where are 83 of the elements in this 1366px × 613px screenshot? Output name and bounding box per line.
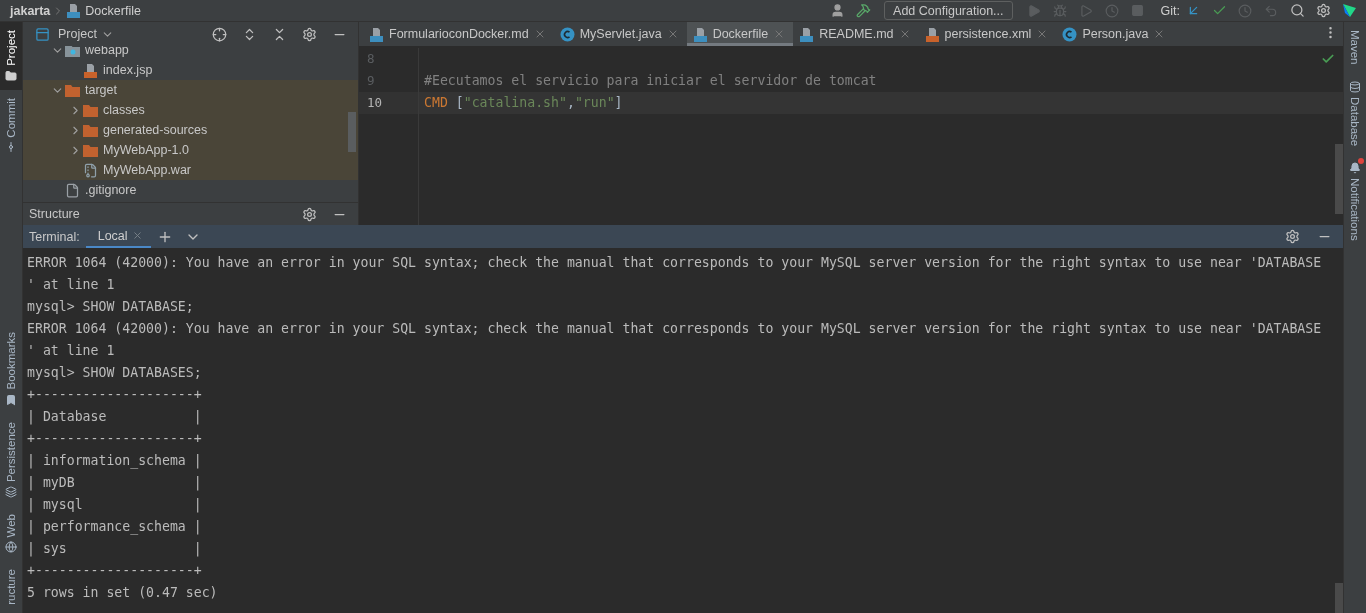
tree-item[interactable]: classes — [23, 100, 358, 120]
class-icon — [559, 26, 575, 42]
terminal-line: ERROR 1064 (42000): You have an error in your SQL syntax; check the manual that corresponds to your MySQL server version for the right syntax to use near 'DATABASE — [27, 254, 1322, 272]
terminal-line: | myDB | — [27, 474, 202, 493]
folder-icon — [83, 123, 98, 137]
terminal-line: mysql> SHOW DATABASE; — [27, 298, 194, 316]
file-icon — [65, 182, 80, 198]
add-configuration-button[interactable]: Add Configuration... — [884, 1, 1013, 20]
scrollbar[interactable] — [1335, 144, 1343, 214]
terminal-line: mysql> SHOW DATABASES; — [27, 364, 202, 382]
editor-tab[interactable]: FormularioconDocker.md — [363, 22, 554, 46]
archive-icon — [83, 162, 98, 178]
tool-window-button[interactable]: Database — [1344, 72, 1366, 154]
file-icon — [83, 62, 98, 78]
tree-item[interactable]: .gitignore — [23, 180, 358, 200]
globe-icon — [5, 541, 17, 554]
git-label: Git: — [1160, 3, 1180, 18]
tree-item[interactable]: MyWebApp.war — [23, 160, 358, 180]
tool-window-button[interactable]: Notifications — [1344, 153, 1366, 249]
terminal-line: | performance_schema | — [27, 518, 202, 537]
tree-item[interactable]: index.jsp — [23, 60, 358, 80]
line-number: 10 — [359, 92, 418, 114]
hammer-icon[interactable] — [855, 3, 871, 18]
logo-icon — [1341, 3, 1357, 18]
tree-item[interactable]: generated-sources — [23, 120, 358, 140]
folder-icon — [83, 143, 98, 157]
settings-icon[interactable] — [301, 26, 317, 42]
file-name[interactable]: Dockerfile — [85, 3, 141, 18]
terminal-line: ' at line 1 — [27, 276, 115, 294]
folder-icon — [83, 103, 98, 117]
project-name[interactable]: jakarta — [10, 3, 51, 18]
user-icon[interactable] — [829, 3, 845, 18]
terminal-line: | information_schema | — [27, 452, 202, 471]
terminal-line: ERROR 1064 (42000): You have an error in your SQL syntax; check the manual that corresponds to your MySQL server version for the right syntax to use near 'DATABASE — [27, 320, 1322, 338]
database-icon — [1349, 80, 1361, 93]
tool-window-button[interactable]: Persistence — [0, 413, 22, 506]
terminal-line: +--------------------+ — [27, 386, 202, 404]
file-icon — [799, 26, 815, 42]
tool-window-button[interactable]: Project — [0, 22, 22, 90]
folder-icon — [5, 69, 17, 82]
close-icon[interactable] — [131, 230, 143, 241]
panel-title[interactable]: Structure — [29, 207, 80, 221]
panel-title[interactable]: Project — [58, 27, 97, 41]
terminal-line: 5 rows in set (0.47 sec) — [27, 584, 218, 602]
settings-icon[interactable] — [1284, 229, 1300, 244]
terminal-line: +--------------------+ — [27, 562, 202, 580]
folder-icon — [65, 46, 80, 57]
panel-title: Terminal: — [29, 229, 80, 244]
editor-tab[interactable]: README.md — [793, 22, 919, 46]
terminal-line: | Database | — [27, 408, 202, 427]
editor-tab[interactable]: Dockerfile — [686, 22, 794, 46]
scrollbar[interactable] — [1335, 583, 1343, 613]
terminal-line: | mysql | — [27, 496, 202, 515]
debug-icon[interactable] — [1052, 3, 1067, 18]
tool-window-button[interactable]: Commit — [0, 89, 22, 162]
terminal-line: | sys | — [27, 540, 202, 559]
tool-window-button[interactable]: Maven — [1344, 22, 1366, 73]
editor-tab[interactable]: persistence.xml — [918, 22, 1057, 46]
tool-window-button[interactable]: ructure — [0, 561, 22, 613]
bookmark-icon — [5, 393, 17, 406]
folder-icon — [65, 83, 80, 97]
tool-window-button[interactable]: Web — [0, 505, 22, 562]
tree-item[interactable]: MyWebApp-1.0 — [23, 140, 358, 160]
layers-icon — [5, 485, 17, 498]
scrollbar[interactable] — [348, 112, 356, 152]
project-view-icon — [35, 26, 50, 42]
tree-item[interactable]: target — [23, 80, 358, 100]
terminal-line: +--------------------+ — [27, 430, 202, 448]
file-icon — [66, 3, 82, 18]
editor-tab[interactable]: MyServlet.java — [553, 22, 687, 46]
bell-icon — [1349, 161, 1361, 174]
terminal-line: ' at line 1 — [27, 342, 115, 360]
class-icon — [1062, 26, 1078, 42]
settings-icon[interactable] — [301, 206, 317, 222]
locate-icon[interactable] — [211, 26, 227, 42]
search-icon[interactable] — [1289, 3, 1305, 18]
check-icon — [1321, 52, 1335, 66]
file-icon — [924, 26, 940, 42]
file-icon — [369, 26, 384, 42]
file-icon — [692, 26, 708, 42]
settings-icon[interactable] — [1315, 3, 1331, 18]
tool-window-button[interactable]: Bookmarks — [0, 324, 22, 414]
editor-tab[interactable]: Person.java — [1056, 22, 1174, 46]
